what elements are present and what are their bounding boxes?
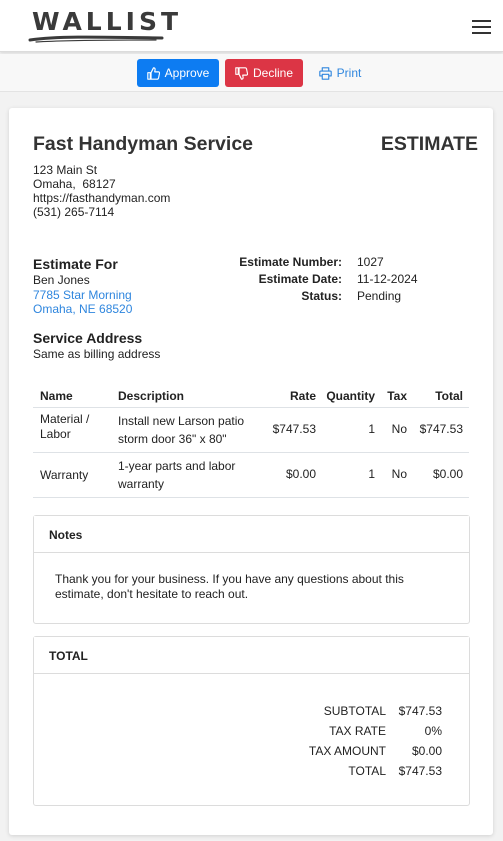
status-value: Pending — [357, 289, 402, 303]
header-name: Name — [40, 389, 73, 403]
row-tax: No — [391, 422, 407, 436]
print-label: Print — [336, 66, 362, 80]
row-total: $747.53 — [419, 422, 463, 436]
service-address-text: Same as billing address — [33, 347, 161, 361]
grand-total-value: $747.53 — [398, 764, 442, 778]
thumbs-up-icon — [146, 66, 160, 80]
status-label: Status: — [301, 289, 342, 303]
row-rate: $0.00 — [285, 467, 316, 481]
customer-city-link[interactable]: Omaha, NE 68520 — [33, 302, 132, 316]
totals-heading: TOTAL — [34, 637, 469, 674]
top-navbar: WALLIST — [0, 0, 503, 52]
row-description: 1-year parts and labor warranty — [118, 459, 236, 491]
header-tax: Tax — [387, 389, 407, 403]
tax-rate-label: TAX RATE — [329, 724, 386, 738]
printer-icon — [318, 66, 332, 80]
table-row: Warranty 1-year parts and labor warranty… — [33, 453, 469, 498]
service-address-heading: Service Address — [33, 330, 143, 346]
wallist-logo[interactable]: WALLIST — [28, 6, 178, 44]
header-quantity: Quantity — [326, 389, 375, 403]
thumbs-down-icon — [235, 66, 248, 80]
table-row: Material / Labor Install new Larson pati… — [33, 408, 469, 453]
row-tax: No — [391, 467, 407, 481]
estimate-number-label: Estimate Number: — [239, 255, 342, 269]
logo-text: WALLIST — [32, 7, 183, 36]
customer-street-link[interactable]: 7785 Star Morning — [33, 288, 132, 302]
subtotal-label: SUBTOTAL — [323, 704, 386, 718]
estimate-date-value: 11-12-2024 — [357, 272, 418, 286]
row-name: Material / Labor — [40, 412, 90, 441]
print-button[interactable]: Print — [312, 59, 368, 87]
document-type: ESTIMATE — [380, 133, 478, 155]
notes-panel: Notes Thank you for your business. If yo… — [33, 515, 470, 624]
logo-brush-stroke — [28, 35, 164, 43]
company-phone: (531) 265-7114 — [33, 205, 115, 219]
row-description: Install new Larson patio storm door 36" … — [118, 414, 245, 446]
approve-label: Approve — [164, 66, 210, 80]
hamburger-menu-icon[interactable] — [472, 20, 491, 34]
header-total: Total — [435, 389, 463, 403]
tax-rate-value: 0% — [424, 724, 442, 738]
notes-text: Thank you for your business. If you have… — [55, 572, 404, 601]
header-description: Description — [118, 389, 185, 403]
totals-panel: TOTAL SUBTOTAL $747.53 TAX RATE 0% TAX A… — [33, 636, 470, 806]
company-name: Fast Handyman Service — [33, 133, 254, 155]
tax-amount-label: TAX AMOUNT — [308, 744, 386, 758]
row-quantity: 1 — [368, 422, 375, 436]
company-street: 123 Main St — [33, 163, 98, 177]
decline-button[interactable]: Decline — [225, 59, 303, 87]
company-website: https://fasthandyman.com — [33, 191, 171, 205]
approve-button[interactable]: Approve — [137, 59, 219, 87]
company-city: Omaha, 68127 — [33, 177, 116, 191]
notes-heading: Notes — [34, 516, 469, 553]
estimate-date-label: Estimate Date: — [258, 272, 342, 286]
row-name: Warranty — [40, 468, 89, 482]
estimate-for-heading: Estimate For — [33, 256, 118, 272]
row-quantity: 1 — [368, 467, 375, 481]
action-toolbar: Approve Decline Print — [0, 54, 503, 92]
row-total: $0.00 — [432, 467, 463, 481]
decline-label: Decline — [252, 66, 294, 80]
tax-amount-value: $0.00 — [411, 744, 442, 758]
grand-total-label: TOTAL — [348, 764, 386, 778]
header-rate: Rate — [289, 389, 316, 403]
subtotal-value: $747.53 — [398, 704, 442, 718]
line-items-table: Name Description Rate Quantity Tax Total… — [33, 385, 469, 498]
estimate-number-value: 1027 — [357, 255, 384, 269]
estimate-card: Fast Handyman Service ESTIMATE 123 Main … — [9, 108, 493, 835]
table-header-row: Name Description Rate Quantity Tax Total — [33, 385, 469, 408]
customer-name: Ben Jones — [33, 273, 90, 287]
row-rate: $747.53 — [272, 422, 316, 436]
